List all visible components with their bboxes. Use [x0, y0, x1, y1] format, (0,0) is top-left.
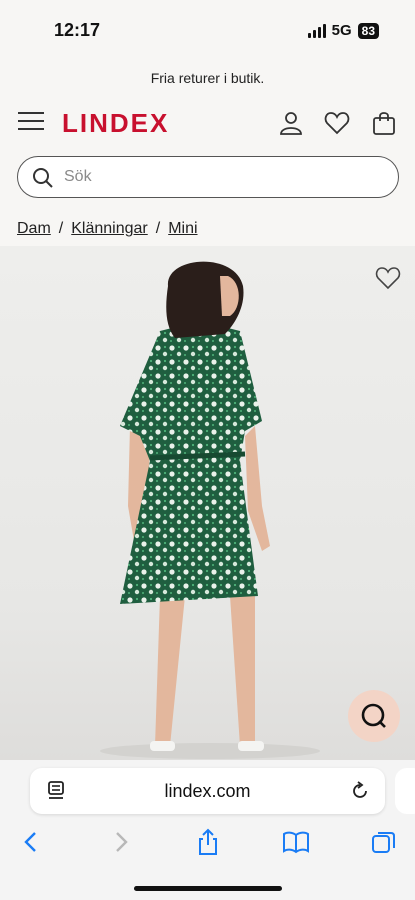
address-bar[interactable]: lindex.com — [30, 768, 385, 814]
reload-icon[interactable] — [349, 780, 371, 802]
back-icon[interactable] — [18, 828, 46, 856]
tabs-icon[interactable] — [370, 828, 398, 856]
next-tab-peek[interactable] — [395, 768, 415, 814]
promo-banner[interactable]: Fria returer i butik. — [0, 70, 415, 86]
shopping-bag-icon[interactable] — [371, 110, 397, 136]
breadcrumb-item-mini[interactable]: Mini — [168, 220, 197, 238]
site-header: LINDEX — [0, 100, 415, 146]
share-icon[interactable] — [194, 828, 222, 856]
network-label: 5G — [331, 22, 352, 39]
search-icon — [33, 168, 53, 188]
account-icon[interactable] — [278, 110, 304, 136]
status-bar: 12:17 5G 83 — [0, 0, 415, 60]
bookmarks-icon[interactable] — [282, 828, 310, 856]
breadcrumb: Dam / Klänningar / Mini — [17, 220, 198, 238]
chat-button[interactable] — [348, 690, 400, 742]
battery-icon: 83 — [357, 22, 379, 39]
status-indicators: 5G 83 — [307, 22, 379, 39]
home-indicator — [134, 886, 282, 891]
heart-icon[interactable] — [324, 110, 350, 136]
browser-toolbar: lindex.com — [0, 760, 415, 900]
breadcrumb-item-dam[interactable]: Dam — [17, 220, 51, 238]
model-photo — [100, 261, 320, 759]
breadcrumb-separator: / — [155, 220, 161, 237]
chat-icon — [361, 703, 386, 728]
status-time: 12:17 — [54, 20, 101, 40]
brand-logo[interactable]: LINDEX — [62, 108, 169, 139]
hamburger-menu-icon[interactable] — [18, 112, 44, 132]
forward-icon[interactable] — [106, 828, 134, 856]
wishlist-heart-icon[interactable] — [375, 266, 401, 290]
product-image[interactable] — [0, 246, 415, 760]
breadcrumb-separator: / — [58, 220, 64, 237]
url-text: lindex.com — [164, 781, 251, 801]
search-input[interactable] — [64, 157, 384, 196]
breadcrumb-item-klanningar[interactable]: Klänningar — [71, 220, 148, 238]
signal-icon — [307, 23, 326, 38]
search-bar[interactable] — [17, 156, 399, 198]
